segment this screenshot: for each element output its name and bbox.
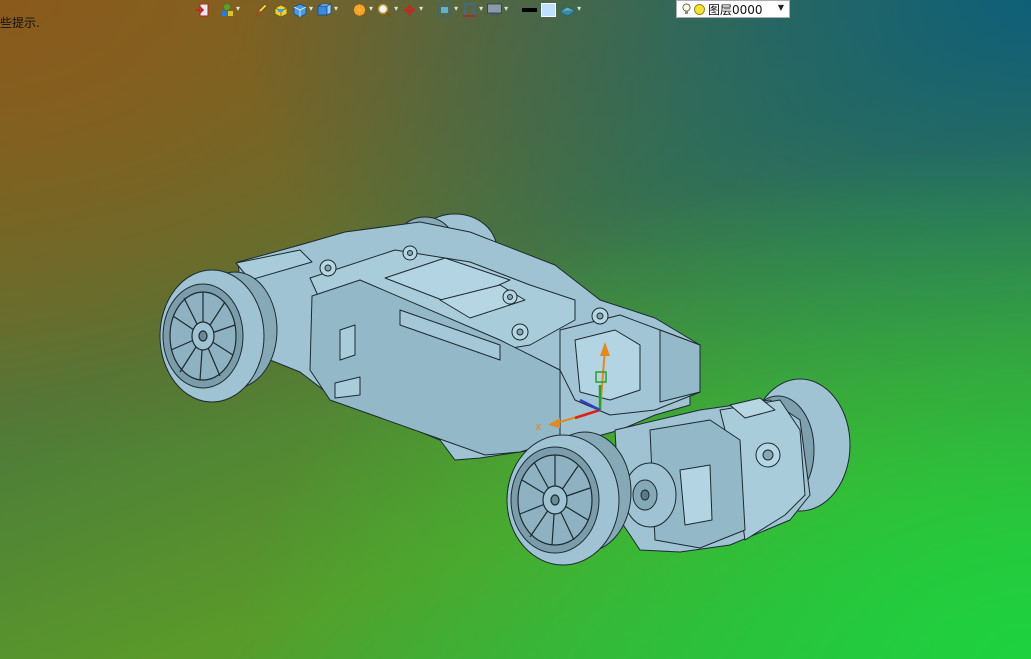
car-chassis-model[interactable]: x: [0, 0, 1031, 659]
gearbox-motor: [614, 397, 811, 553]
front-left-wheel: [506, 431, 632, 566]
svg-text:x: x: [535, 420, 542, 433]
rear-left-wheel: [159, 269, 278, 403]
